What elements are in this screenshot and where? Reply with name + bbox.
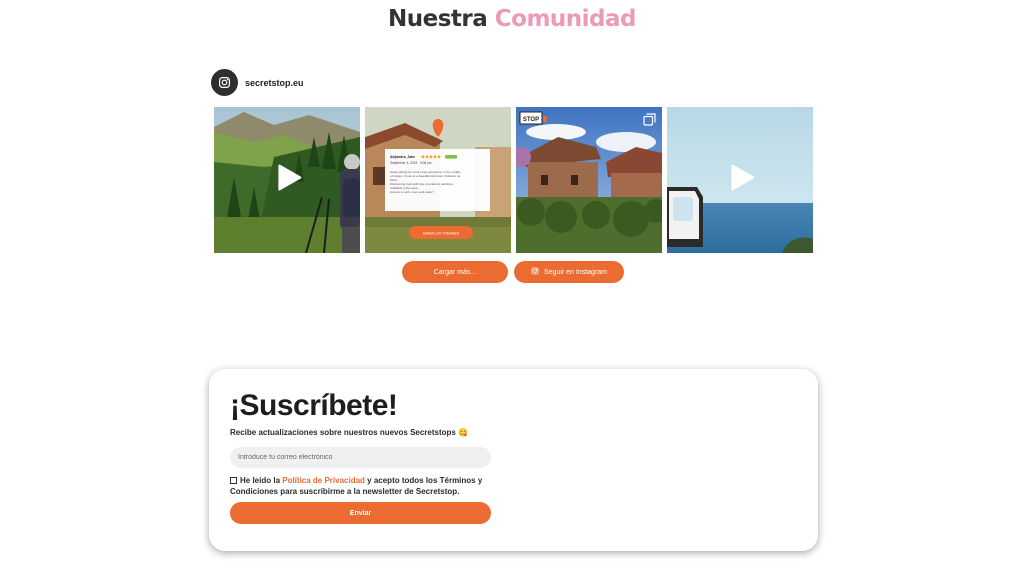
consent-checkbox[interactable] bbox=[230, 477, 237, 484]
load-more-button[interactable]: Cargar más... bbox=[402, 261, 508, 283]
profile-handle: secretstop.eu bbox=[245, 77, 304, 88]
feed-post[interactable]: STOP bbox=[516, 107, 662, 253]
submit-label: Enviar bbox=[349, 509, 372, 517]
subscribe-title: ¡Suscríbete! bbox=[230, 389, 398, 422]
follow-instagram-button[interactable]: Seguir en Instagram bbox=[514, 261, 624, 283]
follow-label: Seguir en Instagram bbox=[543, 268, 608, 276]
instagram-icon bbox=[531, 267, 539, 277]
feed-post[interactable]: Alejandra_Jake September 3, 2023 · 3:08 … bbox=[365, 107, 511, 253]
instagram-feed: Alejandra_Jake September 3, 2023 · 3:08 … bbox=[214, 107, 813, 253]
consent-pre: He leído la bbox=[240, 476, 283, 485]
post-photo-house-review: Alejandra_Jake September 3, 2023 · 3:08 … bbox=[365, 107, 511, 253]
multiple-images-icon bbox=[643, 113, 656, 131]
title-part-2: Comunidad bbox=[494, 6, 637, 32]
svg-text:September 3, 2023 · 3:08 pm: September 3, 2023 · 3:08 pm bbox=[390, 161, 432, 165]
consent-text: He leído la Política de Privacidad y ace… bbox=[230, 475, 500, 497]
title-part-1: Nuestra bbox=[387, 6, 488, 32]
subscribe-subtitle: Recibe actualizaciones sobre nuestros nu… bbox=[230, 428, 469, 437]
load-more-label: Cargar más... bbox=[433, 268, 477, 276]
svg-text:Alejandra_Jake: Alejandra_Jake bbox=[390, 155, 415, 159]
instagram-profile[interactable]: secretstop.eu bbox=[211, 69, 304, 96]
feed-post[interactable] bbox=[667, 107, 813, 253]
play-icon bbox=[277, 164, 302, 196]
play-icon bbox=[730, 164, 755, 196]
post-photo-stone-house: STOP bbox=[516, 107, 662, 253]
feed-post[interactable] bbox=[214, 107, 360, 253]
svg-text:STOP: STOP bbox=[523, 117, 539, 123]
instagram-icon bbox=[211, 69, 238, 96]
feed-actions: Cargar más... Seguir en Instagram bbox=[402, 261, 624, 283]
submit-button[interactable]: Enviar bbox=[230, 502, 491, 524]
subscribe-card: ¡Suscríbete! Recibe actualizaciones sobr… bbox=[209, 369, 818, 551]
email-field[interactable] bbox=[230, 447, 491, 468]
section-title: Nuestra Comunidad bbox=[0, 6, 1024, 32]
svg-text:MARIA LOS TOMANES: MARIA LOS TOMANES bbox=[423, 232, 460, 236]
privacy-policy-link[interactable]: Política de Privacidad bbox=[282, 476, 365, 485]
